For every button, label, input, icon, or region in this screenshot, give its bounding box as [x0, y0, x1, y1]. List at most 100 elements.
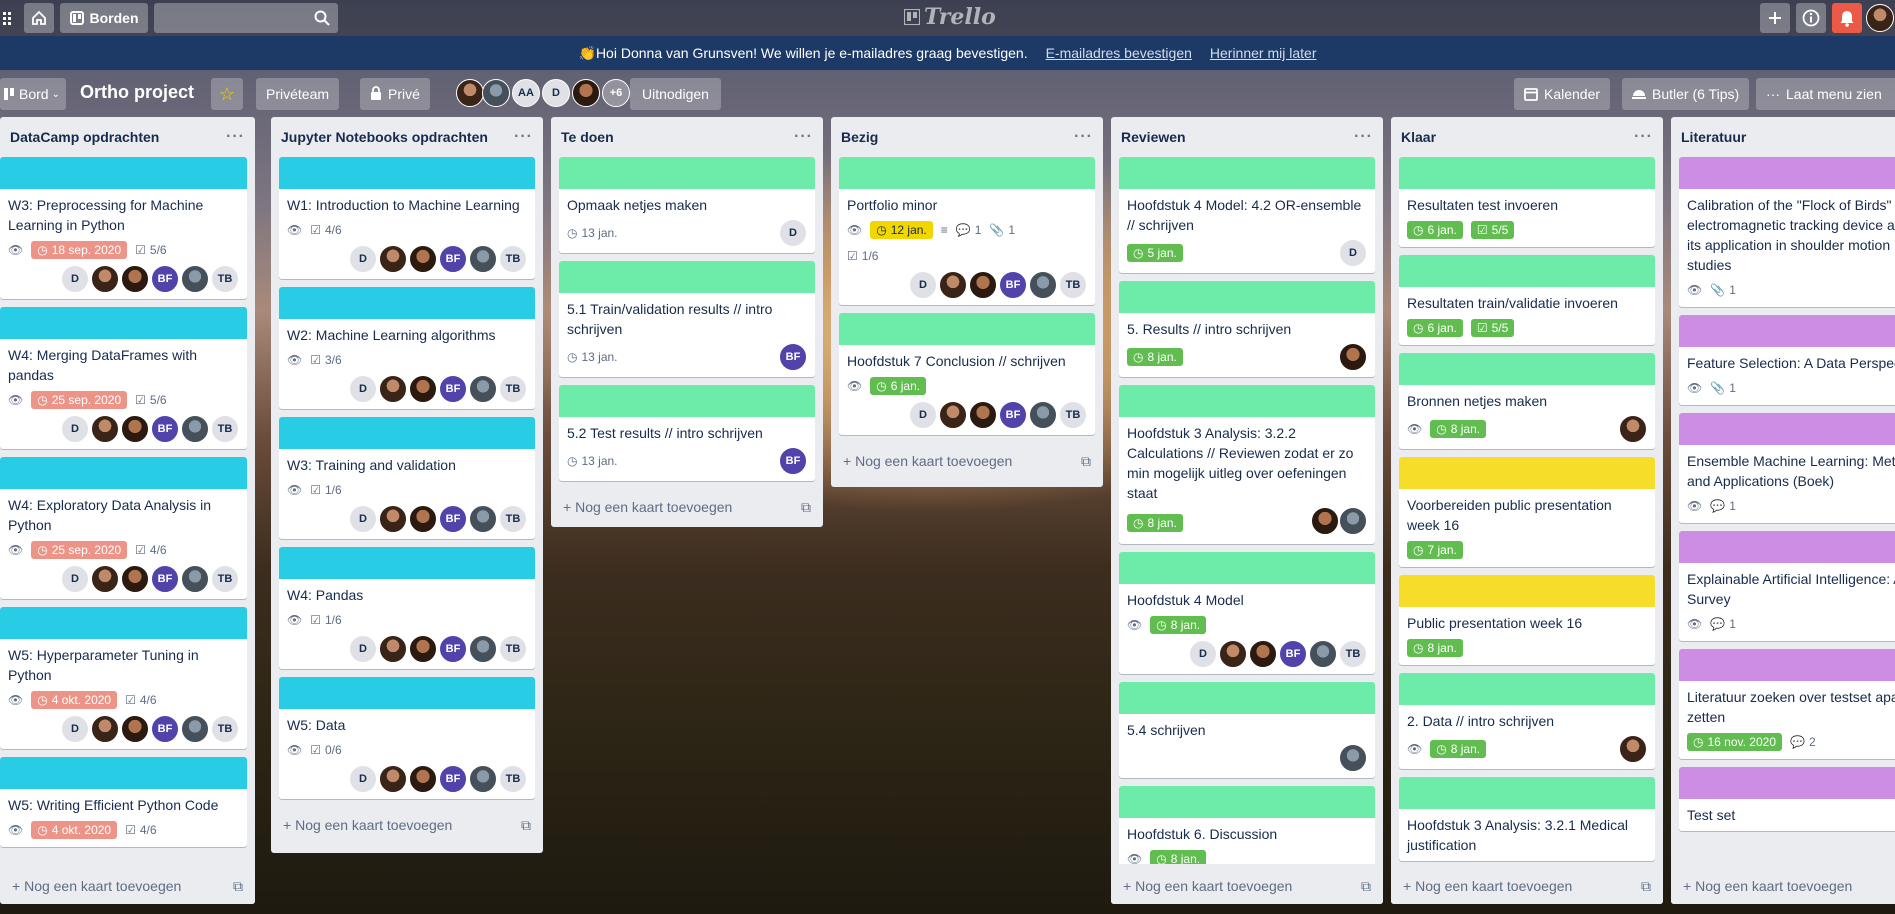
due-date-badge[interactable]: ◷ 6 jan.: [870, 377, 927, 395]
due-date-badge[interactable]: ◷ 12 jan.: [870, 221, 933, 239]
due-date-badge[interactable]: ◷ 18 sep. 2020: [31, 241, 128, 259]
due-date-badge[interactable]: ◷ 13 jan.: [567, 454, 618, 468]
member-avatar[interactable]: [469, 635, 497, 663]
card[interactable]: Test set: [1679, 767, 1895, 831]
member-avatar[interactable]: [969, 271, 997, 299]
member-avatar[interactable]: [1311, 507, 1339, 535]
member-avatar[interactable]: [1029, 271, 1057, 299]
member-avatar[interactable]: [1339, 343, 1367, 371]
card[interactable]: Public presentation week 16 ◷ 8 jan.: [1399, 575, 1655, 665]
member-avatar[interactable]: [1219, 640, 1247, 668]
card[interactable]: Voorbereiden public presentation week 16…: [1399, 457, 1655, 567]
member-d[interactable]: D: [349, 635, 377, 663]
card[interactable]: Resultaten test invoeren ◷ 6 jan. ☑ 5/5: [1399, 157, 1655, 247]
member-avatar[interactable]: [379, 635, 407, 663]
list-title[interactable]: Reviewen: [1121, 129, 1186, 145]
member-avatar[interactable]: [1029, 401, 1057, 429]
member-avatar[interactable]: [91, 565, 119, 593]
member-d[interactable]: D: [61, 565, 89, 593]
visibility-button[interactable]: Privé: [360, 78, 430, 110]
member-tb[interactable]: TB: [499, 375, 527, 403]
due-date-badge[interactable]: ◷ 4 okt. 2020: [31, 691, 118, 709]
member-avatar[interactable]: [469, 505, 497, 533]
list-title[interactable]: Bezig: [841, 129, 878, 145]
card[interactable]: W5: Data 👁 ☑ 0/6 D BF TB: [279, 677, 535, 799]
member-avatar[interactable]: [121, 415, 149, 443]
member-avatar[interactable]: [939, 271, 967, 299]
card[interactable]: Explainable Artificial Intelligence: A S…: [1679, 531, 1895, 641]
member-d[interactable]: D: [61, 265, 89, 293]
member-tb[interactable]: TB: [499, 505, 527, 533]
user-avatar[interactable]: [1866, 4, 1894, 32]
due-date-badge[interactable]: ◷ 13 jan.: [567, 350, 618, 364]
member-avatar[interactable]: [181, 715, 209, 743]
due-date-badge[interactable]: ◷ 6 jan.: [1407, 319, 1463, 337]
member-avatar[interactable]: [91, 415, 119, 443]
member-bf[interactable]: BF: [439, 245, 467, 273]
list-menu-icon[interactable]: ···: [1634, 128, 1653, 146]
member-tb[interactable]: TB: [1339, 640, 1367, 668]
due-date-badge[interactable]: ◷ 8 jan.: [1430, 740, 1487, 758]
board-title[interactable]: Ortho project: [80, 82, 194, 103]
card[interactable]: Calibration of the "Flock of Birds" elec…: [1679, 157, 1895, 307]
add-card-button[interactable]: + Nog een kaart toevoegen ⧉: [831, 443, 1103, 479]
due-date-badge[interactable]: ◷ 4 okt. 2020: [31, 821, 118, 839]
member-bf[interactable]: BF: [151, 715, 179, 743]
list-title[interactable]: Te doen: [561, 129, 614, 145]
member-bf[interactable]: BF: [439, 375, 467, 403]
member-d[interactable]: D: [1339, 239, 1367, 267]
member-d[interactable]: D: [61, 715, 89, 743]
due-date-badge[interactable]: ◷ 8 jan.: [1430, 420, 1487, 438]
card[interactable]: Hoofdstuk 4 Model: 4.2 OR-ensemble // sc…: [1119, 157, 1375, 273]
butler-button[interactable]: Butler (6 Tips): [1622, 78, 1750, 110]
card[interactable]: 5.2 Test results // intro schrijven ◷ 13 …: [559, 385, 815, 481]
card[interactable]: Hoofdstuk 3 Analysis: 3.2.2 Calculations…: [1119, 385, 1375, 544]
card[interactable]: Feature Selection: A Data Perspective 👁 📎…: [1679, 315, 1895, 405]
member-avatar[interactable]: [1339, 744, 1367, 772]
member-avatar[interactable]: [379, 765, 407, 793]
add-card-button[interactable]: + Nog een kaart toevoegen ⧉: [1111, 868, 1383, 904]
member-avatar-d[interactable]: D: [542, 79, 570, 107]
card[interactable]: Literatuur zoeken over testset apart zet…: [1679, 649, 1895, 759]
member-d[interactable]: D: [349, 765, 377, 793]
list-menu-icon[interactable]: ···: [226, 128, 245, 146]
member-avatar-aa[interactable]: AA: [512, 79, 540, 107]
member-d[interactable]: D: [779, 219, 807, 247]
card[interactable]: W4: Merging DataFrames with pandas 👁 ◷ 25 …: [0, 307, 247, 449]
member-bf[interactable]: BF: [779, 447, 807, 475]
member-d[interactable]: D: [349, 505, 377, 533]
show-menu-button[interactable]: ··· Laat menu zien: [1756, 78, 1895, 110]
template-icon[interactable]: ⧉: [1081, 453, 1091, 470]
member-bf[interactable]: BF: [151, 415, 179, 443]
member-avatar[interactable]: [181, 265, 209, 293]
member-avatar[interactable]: [482, 79, 510, 107]
notifications-button[interactable]: [1832, 3, 1862, 33]
add-card-button[interactable]: + Nog een kaart toevoegen ⧉: [1391, 868, 1663, 904]
member-tb[interactable]: TB: [211, 565, 239, 593]
card[interactable]: Resultaten train/validatie invoeren ◷ 6 j…: [1399, 255, 1655, 345]
due-date-badge[interactable]: ◷ 25 sep. 2020: [31, 541, 128, 559]
confirm-email-link[interactable]: E-mailadres bevestigen: [1046, 45, 1192, 61]
member-avatar[interactable]: [469, 765, 497, 793]
invite-button[interactable]: Uitnodigen: [630, 78, 721, 110]
card[interactable]: W5: Writing Efficient Python Code 👁 ◷ 4 ok…: [0, 757, 247, 847]
trello-logo[interactable]: Trello: [904, 4, 996, 30]
boards-button[interactable]: Borden: [60, 3, 148, 33]
add-card-button[interactable]: + Nog een kaart toevoegen: [1671, 868, 1895, 904]
card[interactable]: 5.1 Train/validation results // intro sc…: [559, 261, 815, 377]
card[interactable]: W3: Preprocessing for Machine Learning i…: [0, 157, 247, 299]
due-date-badge[interactable]: ◷ 8 jan.: [1127, 513, 1183, 532]
member-bf[interactable]: BF: [151, 565, 179, 593]
member-bf[interactable]: BF: [439, 505, 467, 533]
member-bf[interactable]: BF: [999, 271, 1027, 299]
member-avatar[interactable]: [1339, 507, 1367, 535]
create-button[interactable]: [1760, 3, 1790, 33]
card[interactable]: 5.4 schrijven: [1119, 682, 1375, 778]
card[interactable]: W1: Introduction to Machine Learning 👁 ☑ 4…: [279, 157, 535, 279]
member-avatar[interactable]: [91, 265, 119, 293]
member-bf[interactable]: BF: [439, 765, 467, 793]
member-d[interactable]: D: [909, 271, 937, 299]
member-bf[interactable]: BF: [151, 265, 179, 293]
member-tb[interactable]: TB: [211, 415, 239, 443]
card[interactable]: Bronnen netjes maken 👁 ◷ 8 jan.: [1399, 353, 1655, 449]
